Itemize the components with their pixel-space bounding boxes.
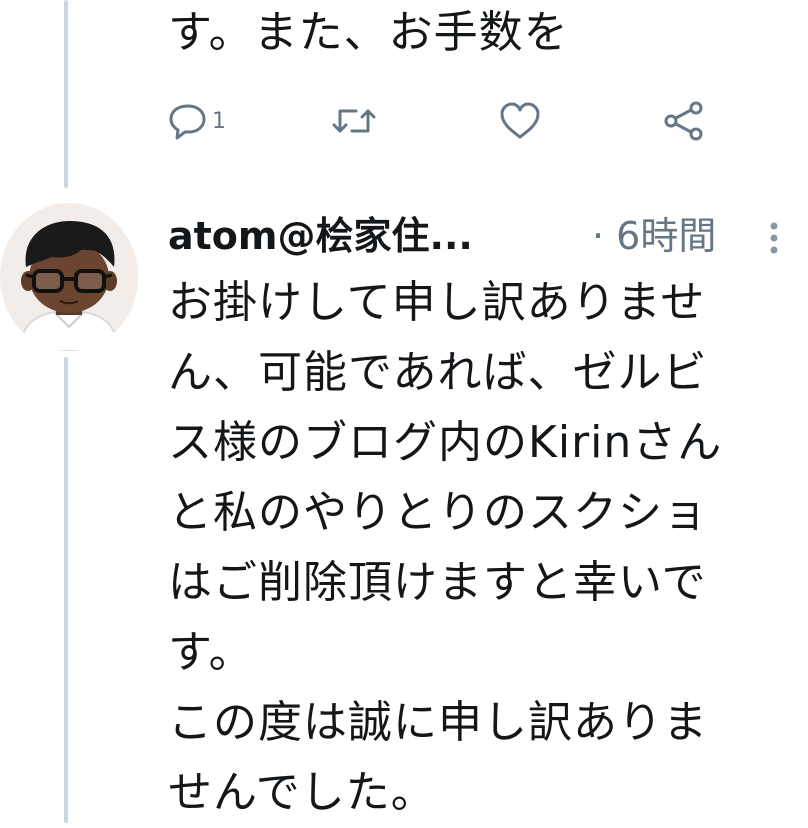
- share-button[interactable]: [662, 96, 706, 146]
- tweet-body-line: はご削除頂けますと幸いで: [168, 557, 707, 608]
- tweet-body: お掛けして申し訳ありませ ん、可能であれば、ゼルビ ス様のブログ内のKirinさ…: [168, 268, 788, 828]
- tweet-body-line: せんでした。: [168, 767, 436, 818]
- tweet-body-line: この度は誠に申し訳ありま: [168, 697, 708, 748]
- tweet-header: atom@桧家住... · 6時間: [168, 208, 788, 264]
- previous-tweet-text: す。また、お手数を: [168, 7, 569, 58]
- timestamp[interactable]: · 6時間: [592, 208, 716, 264]
- like-button[interactable]: [498, 96, 542, 146]
- thread-line-top: [64, 0, 68, 188]
- retweet-button[interactable]: [330, 96, 378, 146]
- retweet-icon: [330, 101, 378, 141]
- tweet-body-line: す。: [168, 627, 254, 678]
- tweet-body-line: お掛けして申し訳ありませ: [168, 277, 706, 328]
- reply-count: 1: [212, 108, 226, 134]
- display-name[interactable]: atom@桧家住...: [168, 208, 473, 264]
- thread-line-bottom: [64, 357, 68, 823]
- tweet-body-line: ん、可能であれば、ゼルビ: [168, 347, 708, 398]
- tweet-body-line: と私のやりとりのスクショ: [168, 487, 708, 538]
- tweet-body-line: ス様のブログ内のKirinさん: [168, 417, 723, 468]
- reply-button[interactable]: 1: [168, 96, 226, 146]
- tweet-action-bar: 1: [168, 96, 728, 146]
- more-icon[interactable]: [768, 220, 780, 260]
- avatar[interactable]: [0, 203, 138, 351]
- reply-icon: [168, 101, 208, 141]
- like-icon: [498, 101, 542, 141]
- share-icon: [662, 100, 706, 142]
